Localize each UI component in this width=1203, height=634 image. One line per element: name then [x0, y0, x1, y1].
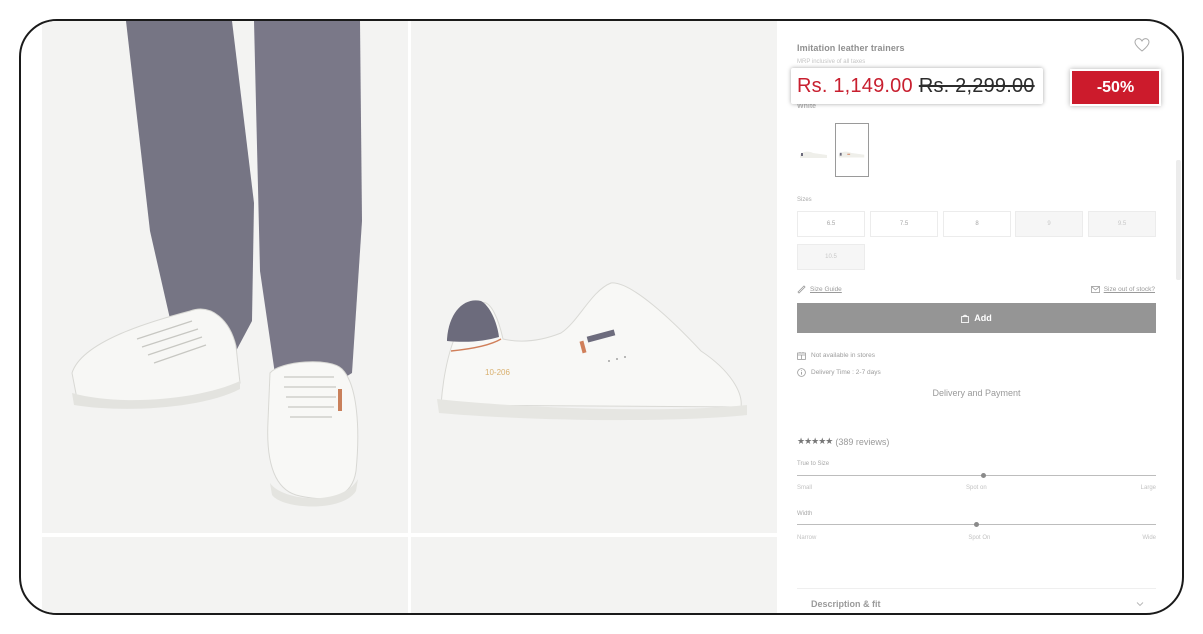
size-option[interactable]: 9 — [1015, 211, 1083, 237]
ruler-icon — [797, 285, 806, 294]
color-swatch[interactable] — [797, 123, 831, 177]
width-marker — [974, 522, 979, 527]
color-name: White — [797, 103, 817, 110]
current-price: Rs. 1,149.00 — [797, 74, 913, 97]
product-image-side-view[interactable]: 10-206 — [411, 21, 777, 533]
scale-right-label: Large — [1140, 485, 1156, 491]
size-out-of-stock-link[interactable]: Size out of stock? — [1090, 286, 1155, 293]
product-image-thumbnail[interactable] — [411, 537, 777, 613]
product-image-gallery: 10-206 — [42, 21, 777, 613]
original-price: Rs. 2,299.00 — [918, 74, 1035, 97]
product-image-thumbnail[interactable] — [42, 537, 408, 613]
scrollbar[interactable] — [1176, 160, 1181, 280]
delivery-and-payment-link[interactable]: Delivery and Payment — [797, 388, 1156, 398]
reviews-summary[interactable]: ★★★★★ (389 reviews) — [797, 436, 889, 447]
size-out-of-stock-label: Size out of stock? — [1103, 286, 1155, 293]
size-option[interactable]: 7.5 — [870, 211, 938, 237]
true-to-size-label: True to Size — [797, 461, 830, 467]
size-option[interactable]: 6.5 — [797, 211, 865, 237]
product-title: Imitation leather trainers — [797, 43, 905, 53]
scale-middle-label: Spot on — [965, 485, 987, 491]
size-guide-link[interactable]: Size Guide — [797, 285, 842, 294]
add-button-label: Add — [974, 313, 992, 323]
sizes-label: Sizes — [797, 197, 812, 203]
chevron-down-icon[interactable] — [1136, 600, 1144, 608]
color-swatch-selected[interactable] — [835, 123, 869, 177]
taxes-note: MRP inclusive of all taxes — [797, 59, 866, 65]
width-label: Width — [797, 511, 813, 517]
price-block: Rs. 1,149.00 Rs. 2,299.00 — [791, 68, 1043, 104]
bag-icon — [961, 314, 970, 323]
size-option[interactable]: 10.5 — [797, 244, 865, 270]
size-option[interactable]: 8 — [943, 211, 1011, 237]
store-availability-text: Not available in stores — [811, 352, 875, 359]
mail-icon — [1090, 286, 1100, 293]
width-labels: Narrow Spot On Wide — [797, 535, 1156, 541]
heart-icon[interactable] — [1134, 37, 1150, 53]
size-option[interactable]: 9.5 — [1088, 211, 1156, 237]
scale-middle-label: Spot On — [968, 535, 991, 541]
product-details-panel: Imitation leather trainers MRP inclusive… — [791, 21, 1159, 613]
product-image-model-wearing[interactable] — [42, 21, 408, 533]
true-to-size-labels: Small Spot on Large — [797, 485, 1156, 491]
store-availability: Not available in stores — [797, 351, 875, 360]
scale-left-label: Narrow — [797, 535, 817, 541]
size-guide-label: Size Guide — [810, 286, 842, 293]
scale-right-label: Wide — [1142, 535, 1156, 541]
store-icon — [797, 352, 806, 360]
scale-left-label: Small — [797, 485, 813, 491]
add-to-bag-button[interactable]: Add — [797, 303, 1156, 333]
star-icon: ★★★★★ — [797, 436, 833, 446]
delivery-time: Delivery Time : 2-7 days — [797, 368, 881, 377]
info-icon — [797, 368, 806, 377]
true-to-size-marker — [981, 473, 987, 478]
divider — [797, 588, 1156, 589]
true-to-size-scale — [797, 475, 1156, 476]
screenshot-frame: 10-206 Imitation leather trainers MRP in… — [19, 19, 1184, 615]
discount-badge: -50% — [1072, 71, 1159, 104]
delivery-time-text: Delivery Time : 2-7 days — [811, 369, 881, 376]
heel-code-text: 10-206 — [485, 368, 510, 377]
description-and-fit-accordion[interactable]: Description & fit — [811, 599, 881, 609]
review-count: (389 reviews) — [835, 436, 890, 447]
